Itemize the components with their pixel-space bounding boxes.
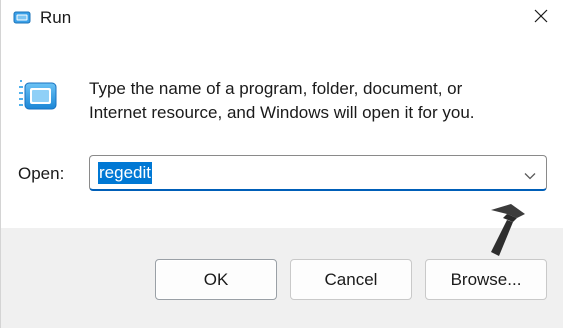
title-bar[interactable]: Run xyxy=(1,0,563,38)
window-title: Run xyxy=(40,8,72,27)
dialog-description: Type the name of a program, folder, docu… xyxy=(89,77,529,125)
run-app-icon xyxy=(13,10,31,26)
cancel-button[interactable]: Cancel xyxy=(290,259,412,300)
hammer-watermark-icon xyxy=(477,200,539,258)
close-button[interactable] xyxy=(518,0,563,36)
description-line-2: Internet resource, and Windows will open… xyxy=(89,103,475,122)
ok-button[interactable]: OK xyxy=(155,259,277,300)
run-dialog-window: Run Type the name of a program, folder, … xyxy=(0,0,563,328)
browse-button[interactable]: Browse... xyxy=(425,259,547,300)
description-line-1: Type the name of a program, folder, docu… xyxy=(89,79,463,98)
run-dialog-icon xyxy=(18,78,58,114)
open-combobox[interactable]: regedit xyxy=(89,155,547,191)
open-label: Open: xyxy=(18,164,65,183)
chevron-down-icon[interactable] xyxy=(524,167,536,180)
open-input-value[interactable]: regedit xyxy=(98,162,152,184)
close-icon xyxy=(534,9,548,28)
